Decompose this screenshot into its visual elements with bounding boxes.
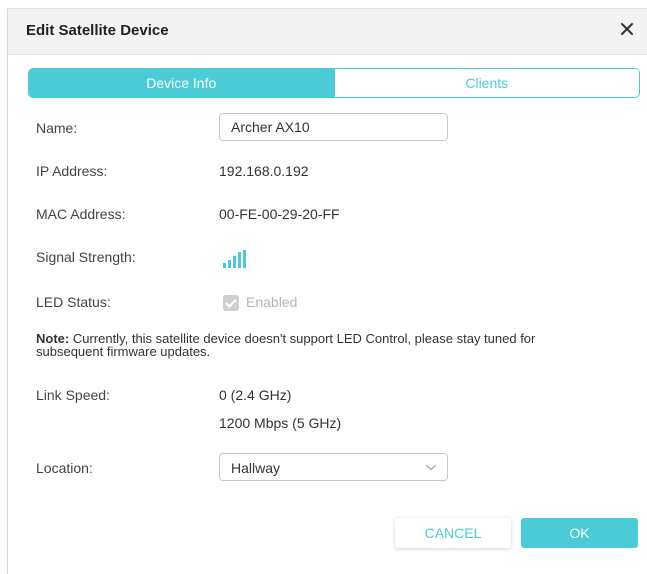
signal-strength-label: Signal Strength: <box>36 249 136 265</box>
tab-bar: Device Info Clients <box>28 68 640 98</box>
name-input[interactable] <box>219 113 448 141</box>
ip-address-label: IP Address: <box>36 163 108 179</box>
dialog-title: Edit Satellite Device <box>26 22 169 39</box>
tab-clients[interactable]: Clients <box>333 69 639 97</box>
link-speed-label: Link Speed: <box>36 387 110 403</box>
ok-button[interactable]: OK <box>521 518 638 548</box>
name-label: Name: <box>36 120 78 136</box>
mac-address-label: MAC Address: <box>36 206 126 222</box>
edit-satellite-dialog: Edit Satellite Device Device Info Client… <box>7 8 647 574</box>
link-speed-24ghz: 0 (2.4 GHz) <box>219 387 292 403</box>
dialog-header: Edit Satellite Device <box>8 9 647 55</box>
tab-device-info[interactable]: Device Info <box>29 69 334 97</box>
led-status-label: LED Status: <box>36 294 111 310</box>
location-select[interactable]: Hallway <box>219 453 448 481</box>
note-text: Currently, this satellite device doesn't… <box>36 331 536 359</box>
cancel-button[interactable]: CANCEL <box>395 518 511 548</box>
led-note: Note: Currently, this satellite device d… <box>36 332 596 358</box>
location-label: Location: <box>36 460 93 476</box>
checkmark-icon <box>225 298 237 308</box>
mac-address-value: 00-FE-00-29-20-FF <box>219 206 340 222</box>
ip-address-value: 192.168.0.192 <box>219 163 309 179</box>
location-selected-value: Hallway <box>231 460 281 476</box>
signal-bars-icon <box>222 250 246 268</box>
chevron-down-icon <box>425 464 437 471</box>
close-icon[interactable] <box>616 18 638 40</box>
led-enabled-label: Enabled <box>246 294 298 310</box>
link-speed-5ghz: 1200 Mbps (5 GHz) <box>219 415 342 431</box>
led-enabled-checkbox[interactable] <box>223 295 239 311</box>
